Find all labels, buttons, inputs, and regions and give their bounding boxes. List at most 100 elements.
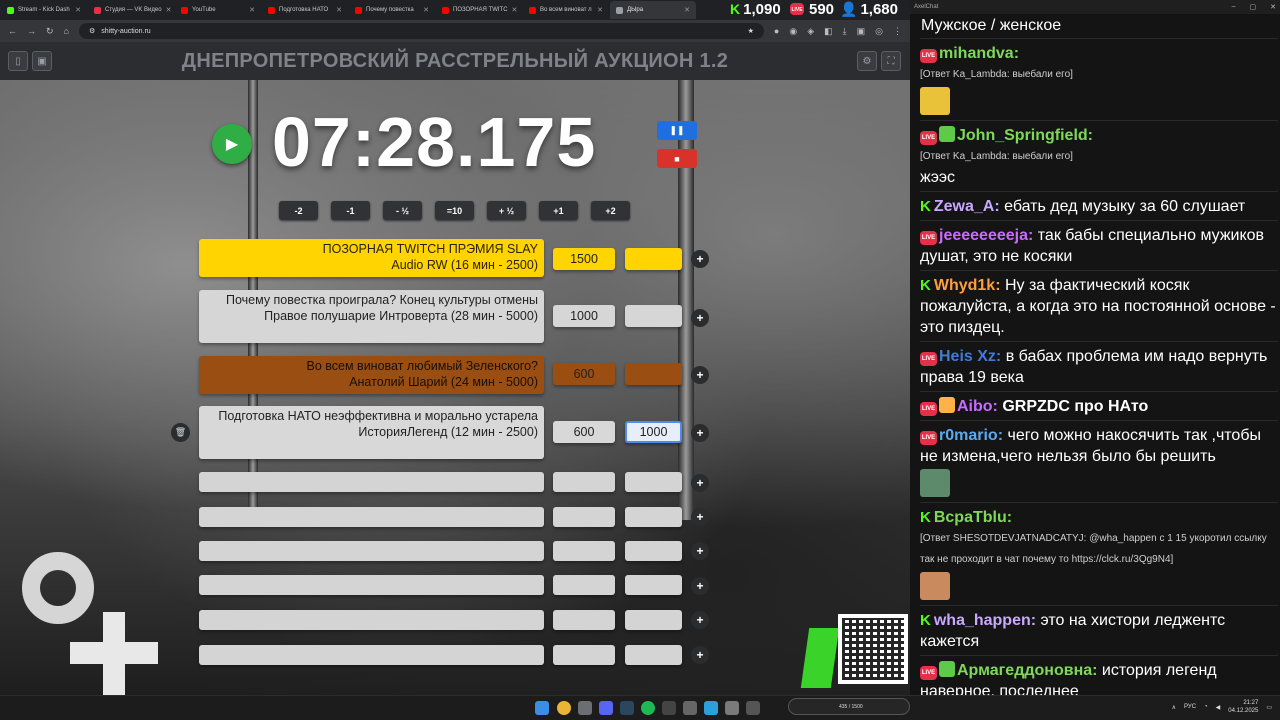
extension-icon[interactable]: ●	[774, 26, 779, 37]
obs-icon[interactable]	[662, 701, 676, 715]
add-amount-button[interactable]: +	[691, 542, 709, 560]
chat-author[interactable]: John_Springfield:	[957, 127, 1093, 144]
chat-author[interactable]: Армагеддоновна:	[957, 662, 1097, 679]
forward-icon[interactable]: →	[27, 26, 36, 36]
close-icon[interactable]: ✕	[1270, 3, 1276, 11]
extension-icon[interactable]: ◧	[824, 26, 833, 37]
empty-lot-add-field[interactable]	[625, 507, 682, 527]
empty-lot-title-field[interactable]	[199, 541, 544, 561]
taskbar-app-icon[interactable]	[683, 701, 697, 715]
empty-lot-title-field[interactable]	[199, 645, 544, 665]
browser-tab-twitch-premia[interactable]: ПОЗОРНАЯ TWITC ✕	[436, 1, 522, 19]
settings-button[interactable]: ⚙	[857, 51, 877, 71]
time-plus-half-button[interactable]: + ½	[487, 201, 526, 220]
lot-add-amount-field[interactable]: 1000	[625, 421, 682, 443]
browser-tab-povestka[interactable]: Почему повестка ✕	[349, 1, 435, 19]
empty-lot-add-field[interactable]	[625, 610, 682, 630]
fullscreen-button[interactable]: ⛶	[881, 51, 901, 71]
add-amount-button[interactable]: +	[691, 508, 709, 526]
download-icon[interactable]: ⤓	[843, 26, 847, 37]
home-icon[interactable]: ⌂	[64, 26, 69, 36]
start-icon[interactable]	[535, 701, 549, 715]
wifi-icon[interactable]: ◔	[1204, 704, 1208, 710]
discord-icon[interactable]	[599, 701, 613, 715]
chat-author[interactable]: BcpaTblu:	[934, 509, 1012, 526]
menu-icon[interactable]: ⋮	[893, 26, 902, 37]
add-amount-button[interactable]: +	[691, 474, 709, 492]
empty-lot-title-field[interactable]	[199, 507, 544, 527]
extension-icon[interactable]: ◉	[789, 26, 797, 37]
empty-lot-title-field[interactable]	[199, 575, 544, 595]
time-plus-2-button[interactable]: +2	[591, 201, 630, 220]
close-icon[interactable]: ✕	[166, 6, 172, 14]
lot-add-amount-field[interactable]	[625, 363, 682, 385]
close-icon[interactable]: ✕	[512, 6, 518, 14]
empty-lot-add-field[interactable]	[625, 472, 682, 492]
chat-author[interactable]: Zewa_A:	[934, 198, 1000, 215]
notification-icon[interactable]: ▭	[1266, 704, 1272, 711]
chat-author[interactable]: mihandva:	[939, 45, 1019, 62]
profile-icon[interactable]: ◎	[875, 26, 883, 37]
lot-amount-field[interactable]: 1000	[553, 305, 615, 327]
split-view-icon[interactable]: ▣	[857, 26, 866, 37]
lot-title-box[interactable]: Подготовка НАТО неэффективна и морально …	[199, 406, 544, 459]
add-amount-button[interactable]: +	[691, 611, 709, 629]
close-icon[interactable]: ✕	[423, 6, 429, 14]
lot-add-amount-field[interactable]	[625, 248, 682, 270]
address-bar[interactable]: ⚙ shitty-auction.ru ★	[78, 23, 764, 39]
empty-lot-amount-field[interactable]	[553, 645, 615, 665]
spotify-icon[interactable]	[641, 701, 655, 715]
empty-lot-amount-field[interactable]	[553, 575, 615, 595]
site-info-icon[interactable]: ⚙	[89, 27, 95, 35]
telegram-icon[interactable]	[704, 701, 718, 715]
maximize-icon[interactable]: ▢	[1250, 3, 1257, 11]
volume-icon[interactable]: ◀	[1216, 704, 1221, 711]
clock[interactable]: 21:27 04.12.2025	[1228, 699, 1258, 715]
browser-tab-auction[interactable]: ДЫра ✕	[610, 1, 696, 19]
empty-lot-add-field[interactable]	[625, 645, 682, 665]
close-icon[interactable]: ✕	[336, 6, 342, 14]
taskbar-app-icon[interactable]	[746, 701, 760, 715]
lot-title-box[interactable]: Во всем виноват любимый Зеленского? Анат…	[199, 356, 544, 394]
bookmark-star-icon[interactable]: ★	[748, 27, 754, 35]
browser-tab-zelensky[interactable]: Во всем виноват л ✕	[523, 1, 609, 19]
language-indicator[interactable]: РУС	[1184, 704, 1196, 710]
back-icon[interactable]: ←	[8, 26, 17, 36]
empty-lot-amount-field[interactable]	[553, 610, 615, 630]
steam-icon[interactable]	[620, 701, 634, 715]
add-amount-button[interactable]: +	[691, 646, 709, 664]
close-icon[interactable]: ✕	[597, 6, 603, 14]
pause-button[interactable]: ❚❚	[657, 121, 697, 140]
browser-tab-kick[interactable]: Stream - Kick Dash ✕	[1, 1, 87, 19]
time-plus-1-button[interactable]: +1	[539, 201, 578, 220]
close-icon[interactable]: ✕	[249, 6, 255, 14]
add-amount-button[interactable]: +	[691, 424, 709, 442]
empty-lot-title-field[interactable]	[199, 610, 544, 630]
lot-title-box[interactable]: ПОЗОРНАЯ TWITCH ПРЭМИЯ SLAY Audio RW (16…	[199, 239, 544, 277]
delete-lot-button[interactable]: 🗑	[171, 423, 190, 442]
lot-add-amount-field[interactable]	[625, 305, 682, 327]
empty-lot-amount-field[interactable]	[553, 541, 615, 561]
empty-lot-amount-field[interactable]	[553, 507, 615, 527]
taskbar-app-icon[interactable]	[578, 701, 592, 715]
empty-lot-add-field[interactable]	[625, 541, 682, 561]
lot-amount-field[interactable]: 600	[553, 363, 615, 385]
time-minus-2-button[interactable]: -2	[279, 201, 318, 220]
chat-author[interactable]: wha_happen:	[934, 612, 1036, 629]
tray-chevron-icon[interactable]: ∧	[1172, 704, 1176, 711]
minimize-icon[interactable]: –	[1232, 3, 1236, 11]
lot-amount-field[interactable]: 1500	[553, 248, 615, 270]
chat-author[interactable]: jeeeeeeeeja:	[939, 227, 1033, 244]
browser-tab-vk-studio[interactable]: Студия — VK Видео ✕	[88, 1, 174, 19]
add-amount-button[interactable]: +	[691, 366, 709, 384]
close-icon[interactable]: ✕	[684, 6, 690, 14]
lot-amount-field[interactable]: 600	[553, 421, 615, 443]
add-amount-button[interactable]: +	[691, 309, 709, 327]
time-set-10-button[interactable]: =10	[435, 201, 474, 220]
chat-author[interactable]: r0mario:	[939, 427, 1003, 444]
extension-icon[interactable]: ◈	[807, 26, 814, 37]
time-minus-half-button[interactable]: - ½	[383, 201, 422, 220]
stop-button[interactable]: ■	[657, 149, 697, 168]
chat-author[interactable]: Heis Xz:	[939, 348, 1001, 365]
add-amount-button[interactable]: +	[691, 577, 709, 595]
